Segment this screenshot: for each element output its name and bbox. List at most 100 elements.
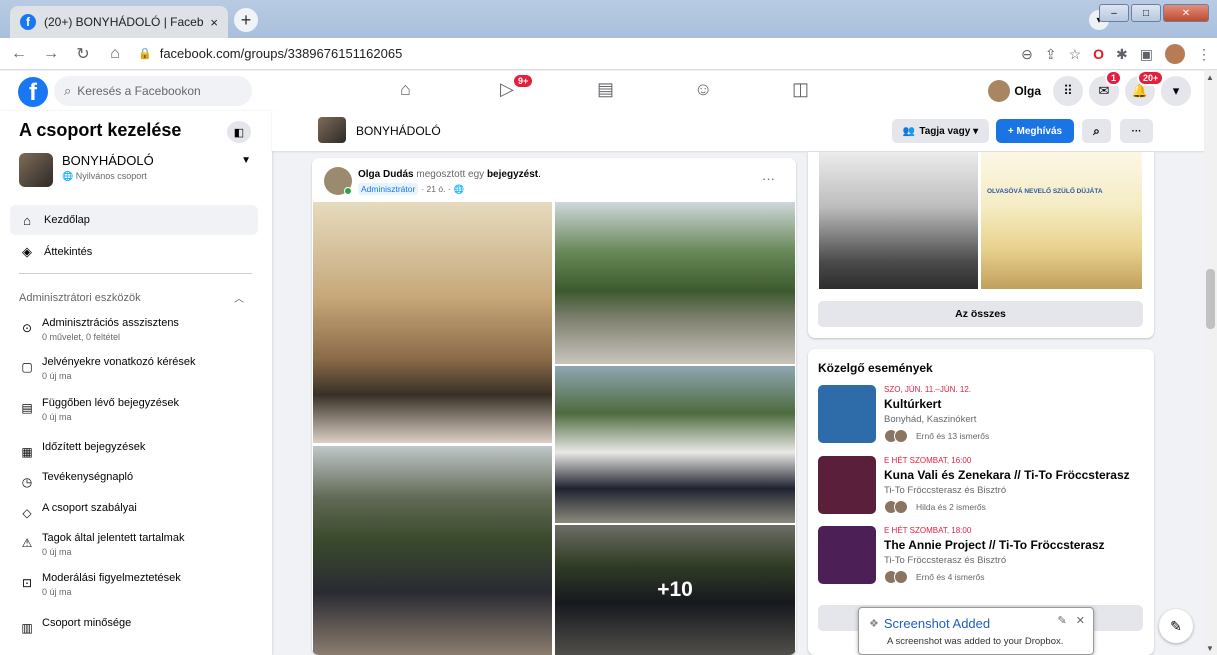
- scrollbar-thumb[interactable]: [1206, 269, 1215, 329]
- post-meta: Adminisztrátor · 21 ó. · 🌐: [358, 183, 464, 195]
- sidebar-item-moderation-alerts[interactable]: ⊡ Moderálási figyelmeztetések 0 új ma: [19, 572, 259, 597]
- tool-sub: 0 új ma: [42, 412, 72, 422]
- post-photo-choir-singing[interactable]: [555, 366, 795, 523]
- menu-grid-icon[interactable]: ⠿: [1053, 76, 1083, 106]
- minimize-button[interactable]: –: [1099, 4, 1129, 22]
- group-selector[interactable]: BONYHÁDOLÓ 🌐 Nyilvános csoport ▼: [19, 153, 255, 193]
- sidebar-item-overview[interactable]: ◈ Áttekintés: [10, 237, 258, 267]
- url-text: facebook.com/groups/3389676151162065: [159, 46, 403, 61]
- scroll-up-icon[interactable]: ▲: [1206, 73, 1214, 82]
- tab-title: (20+) BONYHÁDOLÓ | Facebook: [44, 15, 204, 29]
- bookmark-star-icon[interactable]: ☆: [1069, 46, 1082, 63]
- sidebar-item-badge-requests[interactable]: ▢ Jelvényekre vonatkozó kérések 0 új ma: [19, 356, 259, 381]
- forward-icon[interactable]: →: [38, 45, 64, 63]
- group-search-icon[interactable]: ⌕: [1082, 119, 1111, 143]
- post-photo-choir-outdoor[interactable]: [555, 202, 795, 364]
- new-message-icon[interactable]: ✎: [1159, 609, 1193, 643]
- facebook-favicon-icon: f: [20, 14, 36, 30]
- sidebar-item-scheduled-posts[interactable]: ▦ Időzített bejegyzések: [19, 441, 259, 459]
- maximize-button[interactable]: □: [1131, 4, 1161, 22]
- event-thumbnail[interactable]: [818, 456, 876, 514]
- group-avatar[interactable]: [318, 117, 346, 143]
- media-thumbnail-vintage[interactable]: [819, 152, 978, 289]
- admin-role-badge: Adminisztrátor: [358, 183, 419, 195]
- event-friends: Ernő és 4 ismerős: [884, 570, 985, 584]
- event-name[interactable]: Kultúrkert: [884, 397, 941, 411]
- event-date: E HÉT SZOMBAT, 16:00: [884, 456, 972, 465]
- collapse-sidebar-icon[interactable]: ◧: [227, 121, 251, 143]
- sidebar-item-group-rules[interactable]: ◇ A csoport szabályai: [19, 502, 259, 520]
- profile-shortcut[interactable]: Olga: [988, 80, 1047, 102]
- facebook-search-input[interactable]: ⌕ Keresés a Facebookon: [54, 76, 252, 106]
- sidebar-item-group-quality[interactable]: ▥ Csoport minősége: [19, 617, 259, 635]
- member-status-button[interactable]: 👥 Tagja vagy ▾: [892, 119, 989, 143]
- sidebar-item-admin-assistant[interactable]: ⊙ Adminisztrációs asszisztens 0 művelet, …: [19, 317, 259, 342]
- post-action: megosztott egy: [416, 169, 485, 180]
- tool-label: Adminisztrációs asszisztens: [42, 317, 179, 329]
- notifications-bell-icon[interactable]: 🔔 20+: [1125, 70, 1165, 106]
- shared-post-link[interactable]: bejegyzést: [487, 169, 538, 180]
- home-icon[interactable]: ⌂: [102, 45, 128, 63]
- chevron-up-icon[interactable]: ︿: [234, 290, 244, 305]
- rules-icon: ◇: [22, 506, 32, 520]
- sidebar-item-activity-log[interactable]: ◷ Tevékenységnapló: [19, 471, 259, 489]
- share-icon[interactable]: ⇪: [1045, 46, 1057, 63]
- event-location: Ti-To Fröccsterasz és Bisztró: [884, 555, 1007, 566]
- post-photo-more[interactable]: +10: [555, 525, 795, 655]
- marketplace-nav-icon[interactable]: ▤: [597, 79, 614, 100]
- invite-button[interactable]: + Meghívás: [996, 119, 1074, 143]
- scroll-down-icon[interactable]: ▼: [1206, 644, 1214, 653]
- groups-nav-icon[interactable]: ☺: [694, 79, 712, 100]
- tab-close-icon[interactable]: ×: [210, 15, 218, 30]
- dropbox-notification[interactable]: ❖ Screenshot Added A screenshot was adde…: [858, 607, 1094, 655]
- reload-icon[interactable]: ↻: [70, 44, 96, 64]
- more-photos-count: +10: [555, 525, 795, 655]
- event-friends: Hilda és 2 ismerős: [884, 500, 986, 514]
- post-more-button[interactable]: ···: [762, 171, 775, 186]
- browser-menu-icon[interactable]: ⋮: [1197, 46, 1211, 63]
- event-thumbnail[interactable]: [818, 526, 876, 584]
- recent-media-card: OLVASÓVÁ NEVELŐ SZÜLŐ DÜJÁTA Az összes: [808, 152, 1154, 338]
- event-name[interactable]: Kuna Vali és Zenekara // Ti-To Fröccster…: [884, 468, 1130, 482]
- event-date: E HÉT SZOMBAT, 18:00: [884, 526, 972, 535]
- new-tab-button[interactable]: +: [234, 8, 258, 32]
- home-nav-icon[interactable]: ⌂: [400, 79, 411, 100]
- account-caret-icon[interactable]: ▾: [1161, 76, 1191, 106]
- group-name[interactable]: BONYHÁDOLÓ: [356, 124, 441, 138]
- page-scrollbar[interactable]: ▲ ▼: [1204, 71, 1217, 655]
- see-all-button[interactable]: Az összes: [818, 301, 1143, 327]
- post-photo-crowd-memorial[interactable]: [313, 446, 552, 655]
- browser-profile-avatar[interactable]: [1165, 44, 1185, 64]
- sidebar-item-home[interactable]: ⌂ Kezdőlap: [10, 205, 258, 235]
- media-thumbnail-poster[interactable]: OLVASÓVÁ NEVELŐ SZÜLŐ DÜJÁTA: [981, 152, 1142, 289]
- pin-icon[interactable]: ✎: [1058, 615, 1067, 627]
- messenger-icon[interactable]: ✉ 1: [1089, 70, 1123, 106]
- opera-extension-icon[interactable]: O: [1093, 46, 1104, 62]
- tool-label: Tevékenységnapló: [42, 471, 134, 483]
- window-controls: – □ ✕: [1099, 4, 1209, 22]
- event-thumbnail[interactable]: [818, 385, 876, 443]
- browser-tab[interactable]: f (20+) BONYHÁDOLÓ | Facebook ×: [10, 6, 228, 38]
- zoom-icon[interactable]: ⊖: [1021, 46, 1033, 63]
- url-field[interactable]: 🔒 facebook.com/groups/3389676151162065: [138, 46, 402, 61]
- search-placeholder: Keresés a Facebookon: [77, 84, 201, 98]
- post-time[interactable]: · 21 ó. ·: [421, 184, 450, 194]
- post-photo-church-ceremony[interactable]: [313, 202, 552, 443]
- event-name[interactable]: The Annie Project // Ti-To Fröccsterasz: [884, 538, 1105, 552]
- member-status-label: Tagja vagy ▾: [919, 125, 979, 137]
- more-options-button[interactable]: ···: [1120, 119, 1153, 143]
- close-window-button[interactable]: ✕: [1163, 4, 1209, 22]
- chevron-down-icon[interactable]: ▼: [241, 155, 251, 166]
- user-name: Olga: [1014, 84, 1041, 98]
- close-icon[interactable]: ✕: [1076, 615, 1085, 627]
- facebook-logo-icon[interactable]: f: [18, 77, 48, 107]
- sidebar-item-reported-content[interactable]: ⚠ Tagok által jelentett tartalmak 0 új ma: [19, 532, 259, 557]
- back-icon[interactable]: ←: [6, 45, 32, 63]
- author-name[interactable]: Olga Dudás: [358, 169, 414, 180]
- sidepanel-icon[interactable]: ▣: [1140, 46, 1153, 63]
- extensions-puzzle-icon[interactable]: ✱: [1116, 46, 1128, 63]
- admin-sidebar: A csoport kezelése ◧ BONYHÁDOLÓ 🌐 Nyilvá…: [0, 111, 272, 655]
- sidebar-item-pending-posts[interactable]: ▤ Függőben lévő bejegyzések 0 új ma: [19, 397, 259, 422]
- gaming-nav-icon[interactable]: ◫: [792, 79, 809, 100]
- quality-icon: ▥: [21, 621, 33, 635]
